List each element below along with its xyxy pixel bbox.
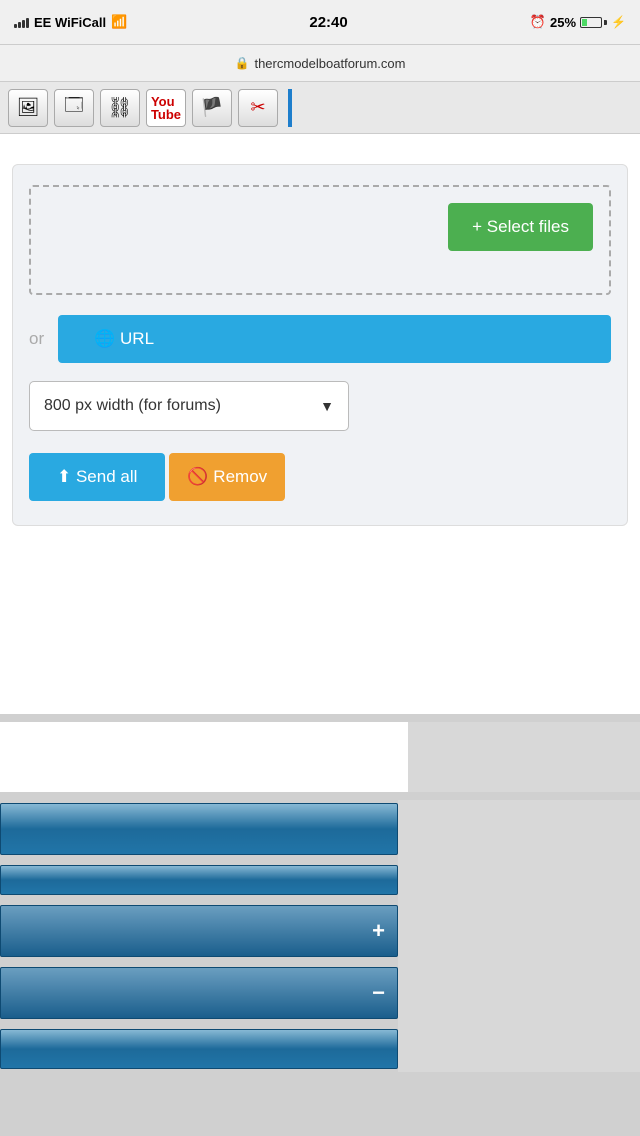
size-dropdown-selected: 800 px width (for forums)	[44, 397, 221, 415]
white-gap	[0, 722, 408, 792]
youtube-button[interactable]: YouTube	[146, 89, 186, 127]
drag-drop-area[interactable]: + Select files	[29, 185, 611, 295]
expand-plus-icon: +	[372, 918, 385, 944]
link-button[interactable]: ⛓	[100, 89, 140, 127]
youtube-icon: YouTube	[151, 95, 181, 121]
wifi-icon: 📶	[111, 14, 127, 30]
wrench-icon: ✂	[250, 97, 265, 118]
right-filler	[408, 722, 640, 792]
status-right: ⏰ 25% ⚡	[530, 14, 626, 30]
expand-minus-icon: −	[372, 980, 385, 1006]
toolbar: 🖼 🗔 ⛓ YouTube 🏴 ✂	[0, 82, 640, 134]
lock-icon: 🔒	[235, 56, 250, 70]
tab-indicator	[288, 89, 292, 127]
left-sidebar: + −	[0, 800, 398, 1072]
action-row: ⬆ Send all 🚫 Remov	[29, 453, 611, 501]
sidebar-expand-button-1[interactable]: +	[0, 905, 398, 957]
wrench-button[interactable]: ✂	[238, 89, 278, 127]
alarm-icon: ⏰	[530, 14, 546, 30]
dropdown-row: 800 px width (for forums) ▼	[29, 381, 611, 431]
or-label: or	[29, 329, 44, 349]
right-side-column	[398, 800, 640, 1072]
size-dropdown[interactable]: 800 px width (for forums) ▼	[29, 381, 349, 431]
flag-button[interactable]: 🏴	[192, 89, 232, 127]
main-content: + Select files or 🌐 URL 800 px width (fo…	[0, 134, 640, 714]
bookmark-button[interactable]: 🖼	[8, 89, 48, 127]
flag-icon: 🏴	[201, 97, 223, 118]
select-files-button[interactable]: + Select files	[448, 203, 593, 251]
time-display: 22:40	[309, 14, 347, 31]
address-bar[interactable]: 🔒 thercmodelboatforum.com	[0, 44, 640, 82]
charge-icon: ⚡	[611, 15, 626, 29]
tab-button[interactable]: 🗔	[54, 89, 94, 127]
send-all-button[interactable]: ⬆ Send all	[29, 453, 165, 501]
remove-button[interactable]: 🚫 Remov	[169, 453, 285, 501]
signal-icon	[14, 16, 29, 28]
sidebar-panel-2[interactable]	[0, 865, 398, 895]
sidebar-expand-button-2[interactable]: −	[0, 967, 398, 1019]
dropdown-arrow-icon: ▼	[320, 398, 334, 414]
url-text: thercmodelboatforum.com	[254, 56, 405, 71]
bookmark-icon: 🖼	[17, 97, 40, 118]
below-section: + −	[0, 714, 640, 1072]
sidebar-panel-3[interactable]	[0, 1029, 398, 1069]
status-left: EE WiFiCall 📶	[14, 14, 127, 30]
sidebar-panel-1[interactable]	[0, 803, 398, 855]
battery-icon	[580, 17, 607, 28]
upload-widget: + Select files or 🌐 URL 800 px width (fo…	[12, 164, 628, 526]
status-bar: EE WiFiCall 📶 22:40 ⏰ 25% ⚡	[0, 0, 640, 44]
url-button[interactable]: 🌐 URL	[58, 315, 611, 363]
url-row: or 🌐 URL	[29, 315, 611, 363]
link-icon: ⛓	[107, 95, 132, 120]
battery-percent: 25%	[550, 15, 576, 30]
carrier-label: EE WiFiCall	[34, 15, 106, 30]
tab-icon: 🗔	[64, 93, 84, 123]
gap-row	[0, 722, 640, 792]
sidebar-row: + −	[0, 800, 640, 1072]
